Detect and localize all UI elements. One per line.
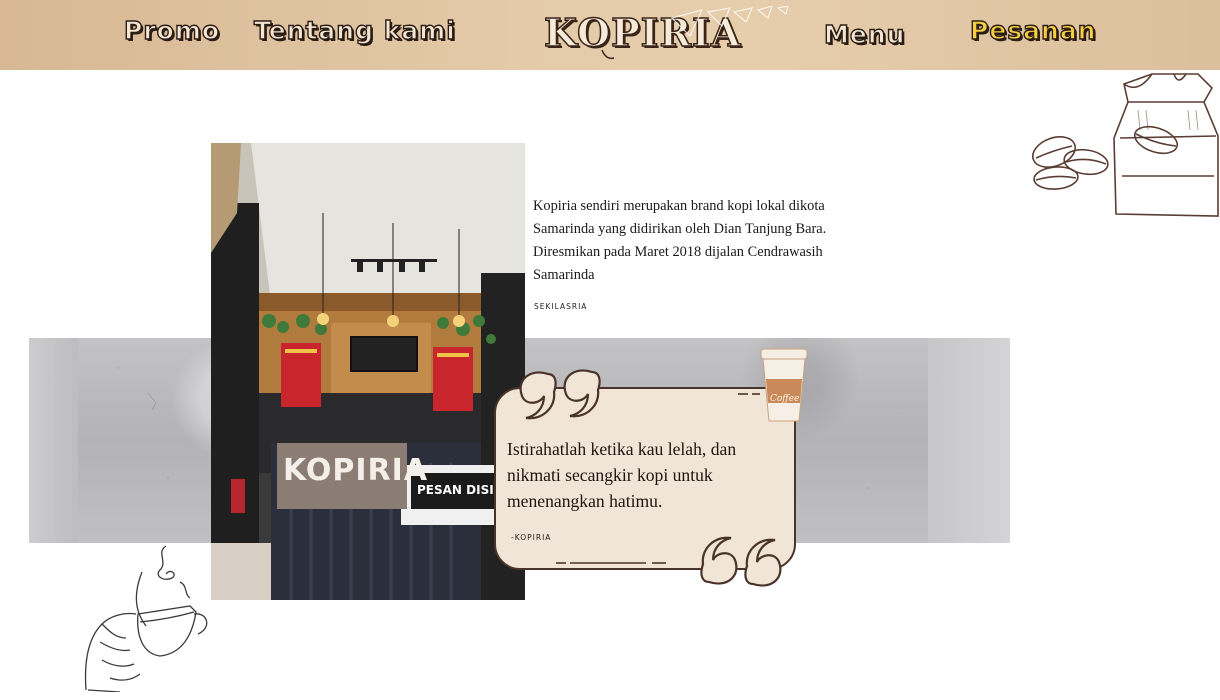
hand-holding-cup-illustration [84, 545, 208, 692]
logo-geometric-decoration [601, 6, 789, 60]
store-photo-illustration [211, 143, 525, 600]
nav-tentang-kami-link[interactable]: Tentang kami [253, 15, 456, 45]
store-photo: KOPIRIA PESAN DISINI [211, 143, 525, 600]
quote-bottom-dash-decoration [556, 562, 666, 564]
site-header: Promo Tentang kami KOPIRIA Menu Pesanan [0, 0, 1220, 70]
about-caption: SEKILASRIA [534, 302, 588, 311]
about-description: Kopiria sendiri merupakan brand kopi lok… [533, 198, 827, 283]
quote-text: Istirahatlah ketika kau lelah, dan nikma… [507, 439, 737, 511]
coffee-cup-icon [760, 348, 808, 422]
nav-promo-link[interactable]: Promo [123, 15, 220, 45]
quote-author: -KOPIRIA [511, 533, 552, 542]
open-quote-icon [519, 369, 601, 420]
close-quote-icon [700, 536, 782, 587]
quote-dash-decoration [738, 393, 760, 395]
brand-logo[interactable]: KOPIRIA [540, 6, 800, 64]
store-sign-text: KOPIRIA [283, 453, 429, 488]
nav-menu-link[interactable]: Menu [823, 19, 905, 49]
coffee-beans-bag-illustration [1031, 73, 1219, 217]
cup-label: Coffee [770, 394, 800, 404]
nav-pesanan-link[interactable]: Pesanan [969, 15, 1097, 45]
